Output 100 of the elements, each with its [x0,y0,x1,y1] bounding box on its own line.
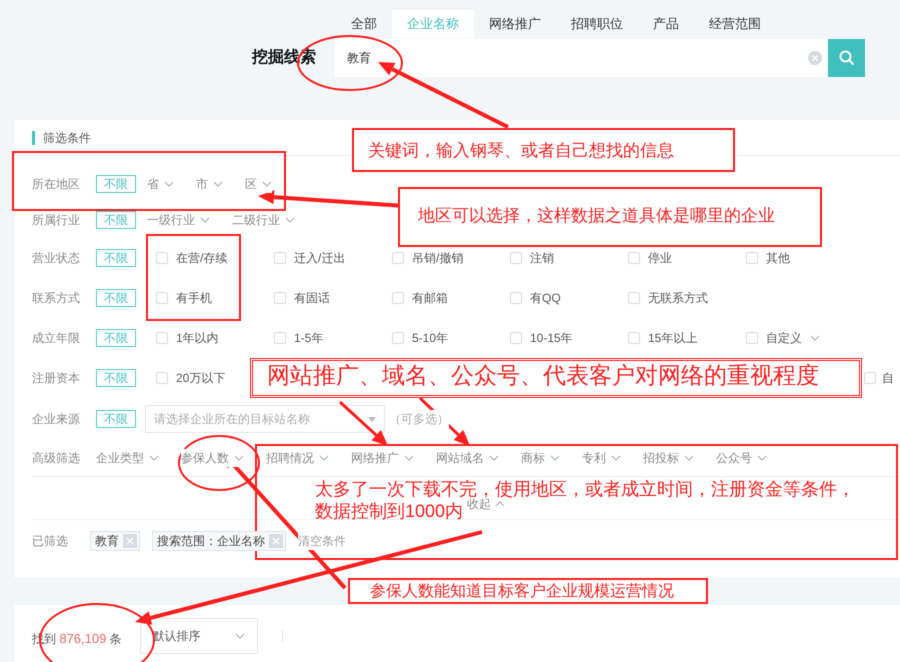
checkbox[interactable] [510,292,522,304]
any-option[interactable]: 不限 [96,369,136,387]
filter-label: 成立年限 [32,330,81,347]
any-option[interactable]: 不限 [96,329,136,347]
tab[interactable]: 招聘职位 [556,10,638,38]
any-option[interactable]: 不限 [96,410,136,428]
checkbox[interactable] [274,252,286,264]
search-button[interactable] [828,39,865,77]
option-label: 在营/存续 [176,250,228,267]
filter-label: 企业来源 [32,411,81,428]
option-label: 自定义 [766,330,802,347]
chevron-down-icon [285,217,295,223]
option-label: 吊销/撤销 [412,250,464,267]
dropdown[interactable]: 企业类型 [96,449,159,467]
filter-label: 营业状态 [32,250,81,267]
checkbox[interactable] [156,292,168,304]
option-label: 停业 [648,250,672,267]
filter-label: 所在地区 [32,176,81,193]
tab[interactable]: 经营范围 [694,10,776,38]
remove-tag-button[interactable] [123,534,137,548]
dropdown[interactable]: 参保人数 [181,449,244,467]
checkbox[interactable] [746,332,758,344]
chevron-down-icon [319,455,329,461]
tab[interactable]: 企业名称 [392,10,474,38]
callout-text: 关键词，输入钢琴、或者自己想找的信息 [368,140,674,162]
option-label: 注销 [530,250,554,267]
dropdown[interactable]: 商标 [521,449,560,467]
any-option[interactable]: 不限 [96,175,136,193]
checkbox[interactable] [864,372,876,384]
tab[interactable]: 网络推广 [474,10,556,38]
option-label: 自 [882,370,894,387]
chevron-down-icon [404,455,414,461]
chevron-down-icon [262,181,272,187]
search-value: 教育 [347,50,372,67]
option-label: 有QQ [530,290,561,307]
checkbox[interactable] [628,292,640,304]
option-label: 迁入/迁出 [294,250,346,267]
callout-text: 太多了一次下载不完，使用地区，或者成立时间，注册资金等条件， [315,478,855,499]
checkbox[interactable] [274,332,286,344]
tag-label: 教育 [95,533,120,550]
chevron-down-icon [489,455,499,461]
chevron-down-icon [200,217,210,223]
filter-label: 已筛选 [32,533,69,550]
option-label: 有邮箱 [412,290,448,307]
tab[interactable]: 产品 [638,10,694,38]
remove-tag-button[interactable] [269,534,283,548]
clear-icon[interactable] [808,51,822,65]
source-select[interactable]: 请选择企业所在的目标站名称 [145,405,385,433]
tab[interactable]: 全部 [336,10,392,38]
filter-label: 高级筛选 [32,450,81,467]
any-option[interactable]: 不限 [96,289,136,307]
dropdown[interactable]: 招聘情况 [266,449,329,467]
option-label: 有手机 [176,290,212,307]
dropdown[interactable]: 公众号 [716,449,767,467]
option-label: 1-5年 [294,330,324,347]
checkbox[interactable] [156,372,168,384]
checkbox[interactable] [392,292,404,304]
checkbox[interactable] [392,332,404,344]
any-option[interactable]: 不限 [96,211,136,229]
any-option[interactable]: 不限 [96,249,136,267]
option-label: 5-10年 [412,330,448,347]
chevron-down-icon [164,181,174,187]
chevron-down-icon [149,455,159,461]
caret-icon [368,416,376,422]
checkbox[interactable] [156,332,168,344]
chevron-down-icon [757,455,767,461]
option-label: 其他 [766,250,790,267]
dropdown[interactable]: 网络推广 [351,449,414,467]
chevron-down-icon [234,633,245,639]
close-icon [126,537,134,545]
panel-title: 筛选条件 [32,130,91,144]
checkbox[interactable] [392,252,404,264]
chevron-down-icon [213,181,223,187]
checkbox[interactable] [628,332,640,344]
dropdown[interactable]: 专利 [582,449,621,467]
checkbox[interactable] [510,252,522,264]
chevron-down-icon [684,455,694,461]
filter-label: 所属行业 [32,212,81,229]
chevron-up-icon [495,501,505,507]
checkbox[interactable] [156,252,168,264]
option-label: 无联系方式 [648,290,708,307]
option-label: 15年以上 [648,330,698,347]
option-label: 20万以下 [176,370,226,387]
search-icon [838,50,854,66]
close-icon [272,537,280,545]
chevron-down-icon [611,455,621,461]
checkbox[interactable] [510,332,522,344]
callout-text: 数据控制到1000内 [315,500,464,522]
search-field[interactable]: 教育 [335,39,828,77]
tag-label: 搜索范围：企业名称 [157,533,266,550]
checkbox[interactable] [274,292,286,304]
checkbox[interactable] [628,252,640,264]
clear-filters-link[interactable]: 清空条件 [298,532,346,550]
checkbox[interactable] [746,252,758,264]
dropdown[interactable]: 二级行业 [232,211,295,229]
option-label: 10-15年 [530,330,573,347]
callout-text: 网站推广、域名、公众号、代表客户对网络的重视程度 [267,364,819,386]
option-label: 1年以内 [176,330,219,347]
dropdown[interactable]: 招投标 [643,449,694,467]
dropdown[interactable]: 一级行业 [147,211,210,229]
